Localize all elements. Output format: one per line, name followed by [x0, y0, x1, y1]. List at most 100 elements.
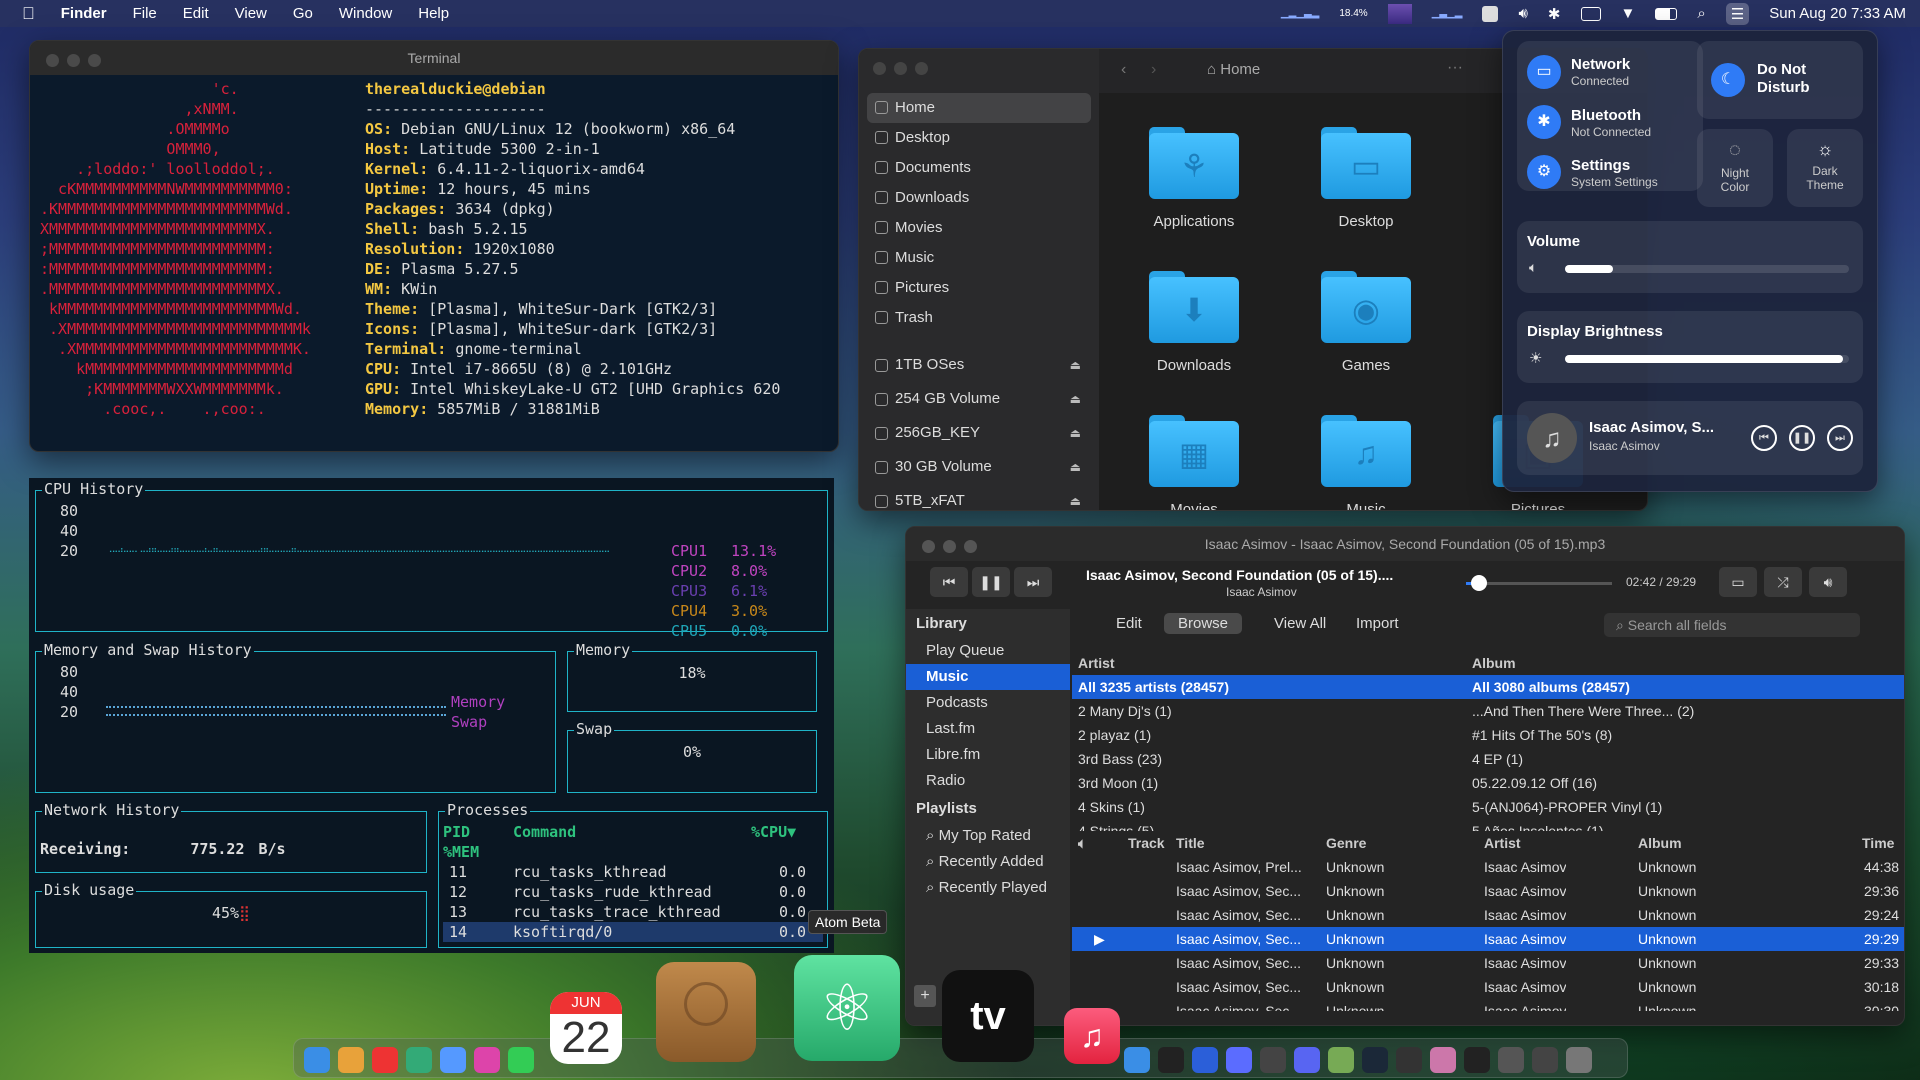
- dock-app-icon[interactable]: [474, 1047, 500, 1073]
- library-item[interactable]: Podcasts: [906, 690, 1070, 716]
- sidebar-item-movies[interactable]: Movies: [859, 213, 1099, 243]
- dock-app-icon[interactable]: [1226, 1047, 1252, 1073]
- search-field[interactable]: ⌕ Search all fields: [1604, 613, 1860, 637]
- track-col[interactable]: Genre: [1326, 831, 1366, 855]
- sidebar-item-downloads[interactable]: Downloads: [859, 183, 1099, 213]
- cpu-graph-icon[interactable]: [1387, 3, 1412, 24]
- col-album[interactable]: Album: [1472, 651, 1516, 675]
- finder-close-button[interactable]: [873, 62, 886, 75]
- track-row[interactable]: Isaac Asimov, Sec... Unknown Isaac Asimov U…: [1072, 951, 1904, 975]
- proc-col-command[interactable]: Command: [513, 822, 576, 842]
- zoom-button[interactable]: [88, 54, 101, 67]
- browse-row[interactable]: 4 Strings (5) 5 Años Insolentes (1): [1072, 819, 1904, 831]
- sidebar-volume[interactable]: 254 GB Volume ⏏: [859, 382, 1099, 416]
- dock-app-icon[interactable]: [1532, 1047, 1558, 1073]
- add-playlist-icon[interactable]: +: [914, 985, 936, 1007]
- browse-row[interactable]: All 3235 artists (28457) All 3080 albums …: [1072, 675, 1904, 699]
- dock-app-icon[interactable]: [1396, 1047, 1422, 1073]
- folder-desktop[interactable]: ▭: [1321, 121, 1411, 199]
- process-row[interactable]: 11 rcu_tasks_kthread 0.0: [443, 862, 823, 882]
- prev-track-button[interactable]: ⏮: [930, 567, 968, 597]
- browse-row[interactable]: 4 Skins (1) 5-(ANJ064)-PROPER Vinyl (1): [1072, 795, 1904, 819]
- eject-icon[interactable]: ⏏: [1070, 382, 1081, 416]
- process-row[interactable]: 13 rcu_tasks_trace_kthread 0.0: [443, 902, 823, 922]
- playlist-item[interactable]: ⌕ My Top Rated: [906, 823, 1070, 849]
- menu-window[interactable]: Window: [339, 5, 392, 22]
- menu-edit[interactable]: Edit: [183, 5, 209, 22]
- btop-panel[interactable]: CPU History 80 40 20 ⢀⣀⣠⣀⣀⡀⣀⣠⣤⣀⣀⣠⣤⣀⣀⣀⣀⣠⣀⣤⣀…: [29, 478, 834, 953]
- dock-app-icon[interactable]: [372, 1047, 398, 1073]
- track-row[interactable]: Isaac Asimov, Sec... Unknown Isaac Asimov U…: [1072, 975, 1904, 999]
- dock-app-icon[interactable]: [1464, 1047, 1490, 1073]
- menu-help[interactable]: Help: [418, 5, 449, 22]
- library-item[interactable]: Play Queue: [906, 638, 1070, 664]
- library-item[interactable]: Music: [906, 664, 1070, 690]
- track-row[interactable]: Isaac Asimov, Prel... Unknown Isaac Asimov…: [1072, 855, 1904, 879]
- track-row[interactable]: ▶ Isaac Asimov, Sec... Unknown Isaac Asimov…: [1072, 927, 1904, 951]
- next-icon[interactable]: ⏭: [1827, 425, 1853, 451]
- tab-browse[interactable]: Browse: [1164, 613, 1243, 634]
- apple-tv-app[interactable]: tv: [942, 970, 1034, 1062]
- dock-app-icon[interactable]: [1498, 1047, 1524, 1073]
- menu-file[interactable]: File: [133, 5, 157, 22]
- library-item[interactable]: Libre.fm: [906, 742, 1070, 768]
- stats-icon[interactable]: [1482, 5, 1499, 22]
- track-col[interactable]: Track: [1128, 831, 1165, 855]
- memory-graph-icon[interactable]: ▁▃▁▂: [1432, 8, 1463, 19]
- player-titlebar[interactable]: Isaac Asimov - Isaac Asimov, Second Foun…: [906, 527, 1904, 561]
- sidebar-volume[interactable]: 30 GB Volume ⏏: [859, 450, 1099, 484]
- tab-edit[interactable]: Edit: [1102, 613, 1156, 634]
- dock-app-icon[interactable]: [1430, 1047, 1456, 1073]
- eject-icon[interactable]: ⏏: [1070, 348, 1081, 382]
- pause-icon[interactable]: ❚❚: [1789, 425, 1815, 451]
- dock-app-icon[interactable]: [1328, 1047, 1354, 1073]
- col-artist[interactable]: Artist: [1078, 651, 1115, 675]
- terminal-titlebar[interactable]: Terminal: [30, 41, 838, 75]
- proc-col-cpu[interactable]: %CPU▼: [751, 822, 796, 842]
- dock-app-icon[interactable]: [508, 1047, 534, 1073]
- track-col[interactable]: Album: [1638, 831, 1682, 855]
- contacts-app[interactable]: [656, 962, 756, 1062]
- control-center-icon[interactable]: ☰: [1725, 2, 1750, 25]
- clock[interactable]: Sun Aug 20 7:33 AM: [1769, 5, 1906, 22]
- sidebar-item-music[interactable]: Music: [859, 243, 1099, 273]
- finder-zoom-button[interactable]: [915, 62, 928, 75]
- track-col[interactable]: Time: [1862, 831, 1894, 855]
- proc-col-pid[interactable]: PID: [443, 823, 470, 841]
- sidebar-volume[interactable]: 1TB OSes ⏏: [859, 348, 1099, 382]
- eject-icon[interactable]: ⏏: [1070, 484, 1081, 510]
- seek-knob[interactable]: [1471, 575, 1488, 591]
- proc-col-mem[interactable]: %MEM: [443, 842, 823, 862]
- minimize-button[interactable]: [67, 54, 80, 67]
- control-center[interactable]: ▭ Network Connected ✱ Bluetooth Not Connecte…: [1502, 30, 1878, 492]
- menu-view[interactable]: View: [235, 5, 267, 22]
- dock-app-icon[interactable]: [406, 1047, 432, 1073]
- sidebar-item-trash[interactable]: Trash: [859, 303, 1099, 333]
- window-mode-button[interactable]: ▭: [1719, 567, 1757, 597]
- dock-app-icon[interactable]: [338, 1047, 364, 1073]
- music-app[interactable]: ♫: [1064, 1008, 1120, 1064]
- folder-downloads[interactable]: ⬇: [1149, 265, 1239, 343]
- sidebar-item-home[interactable]: Home: [867, 93, 1091, 123]
- player-minimize-button[interactable]: [943, 540, 956, 553]
- dock-app-icon[interactable]: [1294, 1047, 1320, 1073]
- battery-icon[interactable]: [1655, 7, 1678, 20]
- display-icon[interactable]: [1580, 6, 1601, 21]
- playlist-item[interactable]: ⌕ Recently Added: [906, 849, 1070, 875]
- dock-app-icon[interactable]: [1192, 1047, 1218, 1073]
- next-track-button[interactable]: ⏭: [1014, 567, 1052, 597]
- back-icon[interactable]: ‹: [1121, 61, 1126, 79]
- folder-music[interactable]: ♫: [1321, 409, 1411, 487]
- track-row[interactable]: Isaac Asimov, Sec... Unknown Isaac Asimov U…: [1072, 999, 1904, 1011]
- dark-theme-tile[interactable]: ☼ Dark Theme: [1787, 129, 1863, 207]
- library-item[interactable]: Last.fm: [906, 716, 1070, 742]
- tab-view-all[interactable]: View All: [1260, 613, 1340, 634]
- cpu-percent[interactable]: 18.4%: [1339, 8, 1367, 19]
- folder-movies[interactable]: ▦: [1149, 409, 1239, 487]
- dock-app-icon[interactable]: [304, 1047, 330, 1073]
- player-zoom-button[interactable]: [964, 540, 977, 553]
- process-row[interactable]: 14 ksoftirqd/0 0.0: [443, 922, 823, 942]
- previous-icon[interactable]: ⏮: [1751, 425, 1777, 451]
- sidebar-volume[interactable]: 5TB_xFAT ⏏: [859, 484, 1099, 510]
- dock-app-icon[interactable]: [1158, 1047, 1184, 1073]
